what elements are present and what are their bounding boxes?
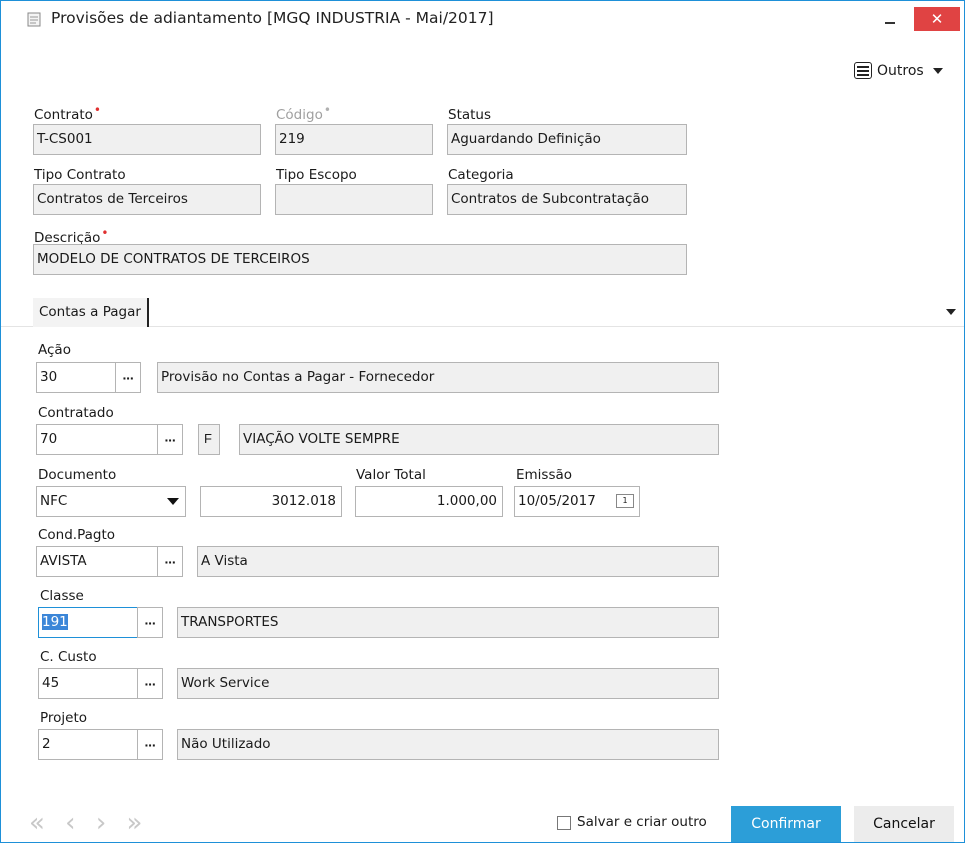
classe-description: TRANSPORTES — [177, 607, 719, 638]
classe-code-value: 191 — [42, 614, 68, 630]
c-custo-label: C. Custo — [40, 649, 97, 665]
contrato-field[interactable]: T-CS001 — [33, 124, 261, 155]
save-and-new-checkbox[interactable] — [557, 816, 571, 830]
codigo-label: Código• — [276, 103, 331, 123]
close-button[interactable]: ✕ — [914, 7, 960, 31]
acao-lookup-button[interactable]: ··· — [115, 362, 141, 393]
list-icon — [854, 62, 872, 79]
emissao-value: 10/05/2017 — [518, 493, 596, 509]
outros-label: Outros — [877, 62, 924, 79]
cond-pagto-description: A Vista — [197, 546, 719, 577]
required-icon: • — [93, 103, 101, 117]
window-title: Provisões de adiantamento [MGQ INDUSTRIA… — [51, 9, 494, 27]
projeto-description: Não Utilizado — [177, 729, 719, 760]
chevron-down-icon — [932, 67, 943, 74]
status-field: Aguardando Definição — [447, 124, 687, 155]
c-custo-description: Work Service — [177, 668, 719, 699]
cond-pagto-label: Cond.Pagto — [38, 527, 116, 543]
acao-description: Provisão no Contas a Pagar - Fornecedor — [157, 362, 719, 393]
contratado-type: F — [198, 424, 220, 455]
tipo-contrato-field[interactable]: Contratos de Terceiros — [33, 184, 261, 215]
valor-total-label: Valor Total — [356, 467, 426, 483]
contrato-label: Contrato• — [34, 103, 101, 123]
acao-code-input[interactable]: 30 — [36, 362, 118, 393]
valor-total-input[interactable]: 1.000,00 — [355, 486, 503, 517]
codigo-field: 219 — [275, 124, 433, 155]
required-icon: • — [323, 103, 331, 117]
document-icon — [27, 12, 41, 27]
minimize-icon — [885, 22, 895, 24]
documento-value: NFC — [40, 493, 68, 509]
minimize-button[interactable] — [873, 7, 907, 31]
save-and-new-label[interactable]: Salvar e criar outro — [577, 814, 707, 830]
dialog-window: Provisões de adiantamento [MGQ INDUSTRIA… — [0, 0, 965, 843]
cond-pagto-lookup-button[interactable]: ··· — [157, 546, 183, 577]
required-icon: • — [101, 226, 109, 240]
classe-code-input[interactable]: 191 — [38, 607, 141, 638]
classe-lookup-button[interactable]: ··· — [137, 607, 163, 638]
projeto-label: Projeto — [40, 710, 88, 726]
cancel-button[interactable]: Cancelar — [854, 806, 954, 842]
cond-pagto-code-input[interactable]: AVISTA — [36, 546, 160, 577]
c-custo-lookup-button[interactable]: ··· — [137, 668, 163, 699]
calendar-icon[interactable]: 1 — [616, 494, 634, 508]
record-navigation[interactable]: « ‹ › » — [29, 808, 148, 838]
categoria-label: Categoria — [448, 167, 514, 183]
emissao-date-input[interactable]: 10/05/2017 1 — [514, 486, 640, 517]
emissao-label: Emissão — [516, 467, 573, 483]
status-label: Status — [448, 107, 492, 123]
contratado-description: VIAÇÃO VOLTE SEMPRE — [239, 424, 719, 455]
tipo-contrato-label: Tipo Contrato — [34, 167, 126, 183]
documento-number-input[interactable]: 3012.018 — [200, 486, 342, 517]
chevron-down-icon[interactable] — [946, 309, 956, 315]
tab-contas-a-pagar[interactable]: Contas a Pagar — [33, 298, 149, 327]
close-icon: ✕ — [930, 11, 944, 28]
documento-label: Documento — [38, 467, 117, 483]
contratado-label: Contratado — [38, 405, 114, 421]
outros-menu-button[interactable]: Outros — [854, 62, 943, 79]
contratado-code-input[interactable]: 70 — [36, 424, 160, 455]
tipo-escopo-field[interactable] — [275, 184, 433, 215]
tab-bar: Contas a Pagar — [1, 293, 964, 327]
acao-label: Ação — [38, 342, 71, 358]
projeto-code-input[interactable]: 2 — [38, 729, 141, 760]
documento-select[interactable]: NFC — [36, 486, 186, 517]
classe-label: Classe — [40, 588, 84, 604]
projeto-lookup-button[interactable]: ··· — [137, 729, 163, 760]
contratado-lookup-button[interactable]: ··· — [157, 424, 183, 455]
descricao-field[interactable]: MODELO DE CONTRATOS DE TERCEIROS — [33, 244, 687, 275]
categoria-field[interactable]: Contratos de Subcontratação — [447, 184, 687, 215]
title-bar[interactable]: Provisões de adiantamento [MGQ INDUSTRIA… — [1, 1, 964, 37]
chevron-down-icon — [167, 498, 179, 505]
confirm-button[interactable]: Confirmar — [731, 806, 841, 842]
c-custo-code-input[interactable]: 45 — [38, 668, 141, 699]
tipo-escopo-label: Tipo Escopo — [276, 167, 357, 183]
